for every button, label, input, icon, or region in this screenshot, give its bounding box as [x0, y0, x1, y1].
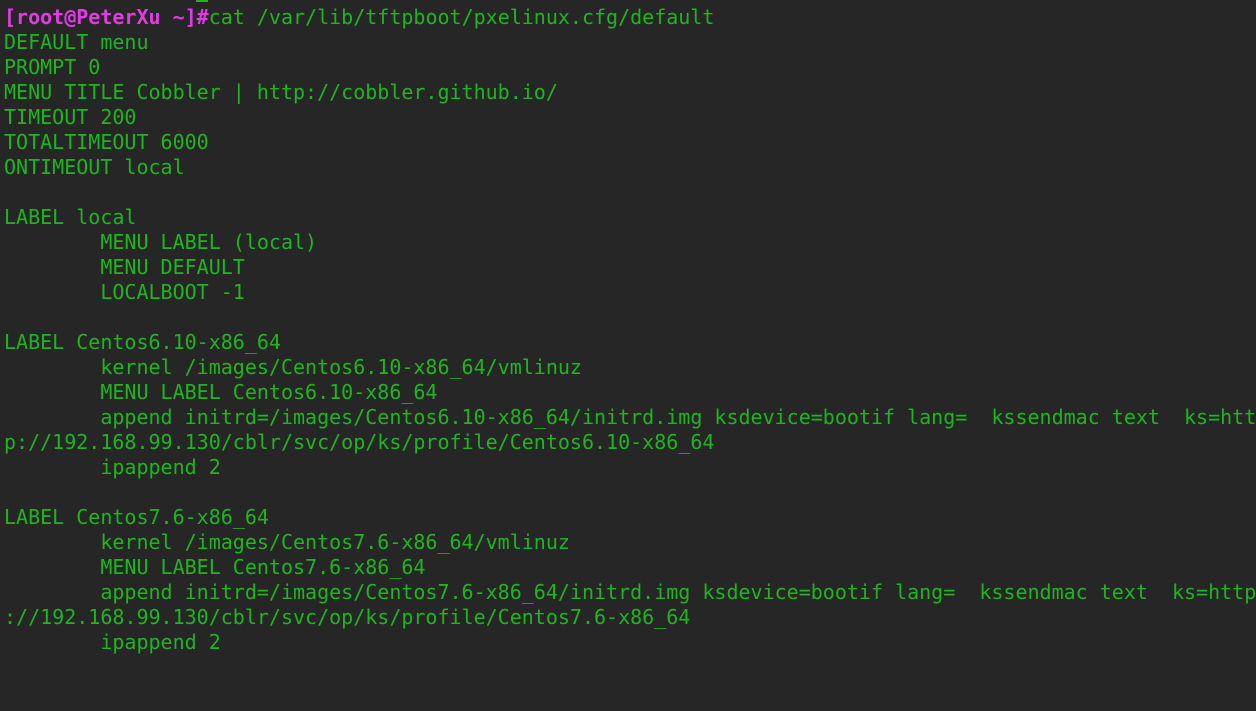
- command-line: [root@PeterXu ~]#cat /var/lib/tftpboot/p…: [4, 5, 1256, 30]
- output-line: PROMPT 0: [4, 55, 101, 79]
- output-line: LABEL local: [4, 205, 137, 229]
- output-line: ://192.168.99.130/cblr/svc/op/ks/profile…: [4, 605, 691, 629]
- output-line: kernel /images/Centos7.6-x86_64/vmlinuz: [4, 530, 570, 554]
- output-line: MENU LABEL Centos7.6-x86_64: [4, 555, 426, 579]
- output-line: DEFAULT menu: [4, 30, 149, 54]
- output-line: LABEL Centos6.10-x86_64: [4, 330, 281, 354]
- terminal-window[interactable]: [root@PeterXu ~]#cat /var/lib/tftpboot/p…: [0, 0, 1256, 655]
- command-text: cat /var/lib/tftpboot/pxelinux.cfg/defau…: [208, 5, 715, 29]
- output-line: MENU TITLE Cobbler | http://cobbler.gith…: [4, 80, 558, 104]
- output-line: append initrd=/images/Centos7.6-x86_64/i…: [4, 580, 1256, 604]
- output-line: MENU LABEL (local): [4, 230, 318, 254]
- output-line: kernel /images/Centos6.10-x86_64/vmlinuz: [4, 355, 582, 379]
- output-line: MENU DEFAULT: [4, 255, 245, 279]
- shell-prompt: [root@PeterXu ~]#: [4, 5, 209, 29]
- command-output: DEFAULT menu PROMPT 0 MENU TITLE Cobbler |…: [4, 30, 1256, 655]
- output-line: p://192.168.99.130/cblr/svc/op/ks/profil…: [4, 430, 715, 454]
- output-line: ONTIMEOUT local: [4, 155, 185, 179]
- output-line: MENU LABEL Centos6.10-x86_64: [4, 380, 438, 404]
- output-line: LOCALBOOT -1: [4, 280, 245, 304]
- output-line: LABEL Centos7.6-x86_64: [4, 505, 269, 529]
- output-line: ipappend 2: [4, 630, 221, 654]
- output-line: ipappend 2: [4, 455, 221, 479]
- cursor-artifact: [196, 0, 208, 2]
- output-line: append initrd=/images/Centos6.10-x86_64/…: [4, 405, 1256, 429]
- output-line: TOTALTIMEOUT 6000: [4, 130, 209, 154]
- output-line: TIMEOUT 200: [4, 105, 137, 129]
